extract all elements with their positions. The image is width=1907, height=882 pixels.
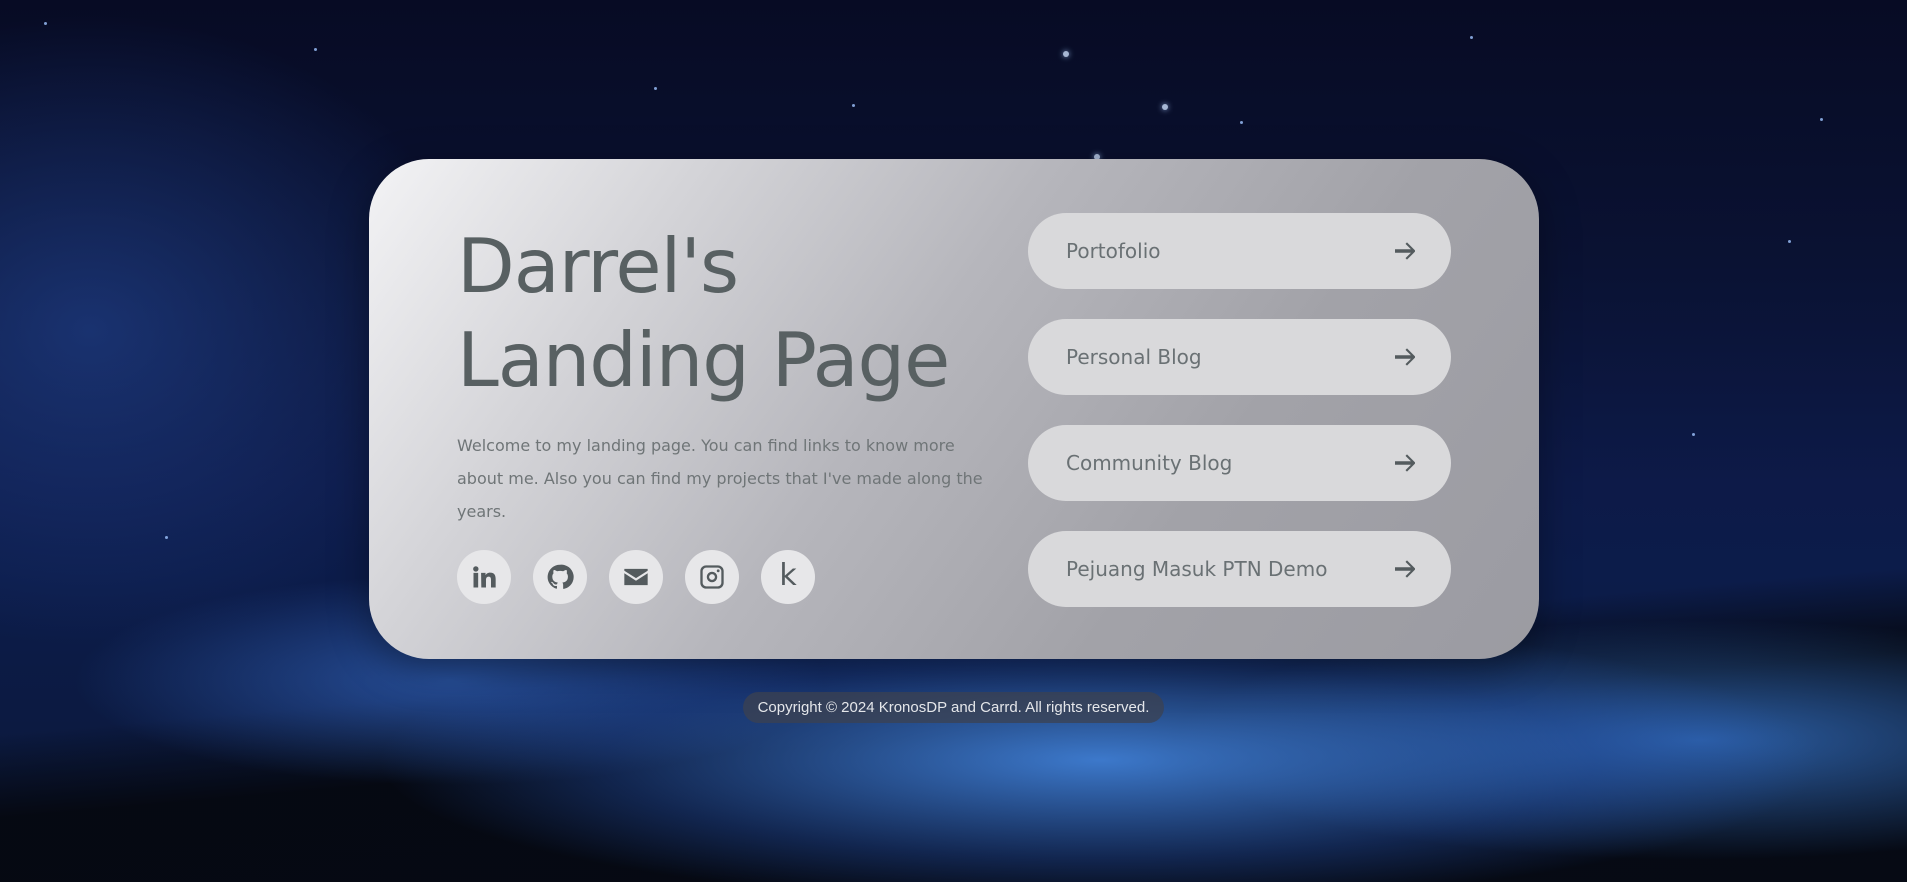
title-line-1: Darrel's xyxy=(457,222,739,310)
title-line-2: Landing Page xyxy=(457,316,950,404)
ptn-demo-link-button[interactable]: Pejuang Masuk PTN Demo xyxy=(1028,531,1451,607)
instagram-icon xyxy=(700,565,724,589)
star xyxy=(314,48,317,51)
envelope-icon xyxy=(624,568,648,586)
arrow-right-icon xyxy=(1395,242,1415,260)
link-label: Community Blog xyxy=(1066,451,1233,475)
star xyxy=(852,104,855,107)
star xyxy=(1820,118,1823,121)
instagram-button[interactable] xyxy=(685,550,739,604)
github-icon xyxy=(547,564,574,589)
star xyxy=(1240,121,1243,124)
copyright-footer: Copyright © 2024 KronosDP and Carrd. All… xyxy=(743,692,1164,723)
star xyxy=(1692,433,1695,436)
arrow-right-icon xyxy=(1395,348,1415,366)
social-links: k xyxy=(457,550,815,604)
email-button[interactable] xyxy=(609,550,663,604)
linkedin-icon xyxy=(473,566,496,588)
community-blog-link-button[interactable]: Community Blog xyxy=(1028,425,1451,501)
link-label: Portofolio xyxy=(1066,239,1161,263)
star xyxy=(654,87,657,90)
star xyxy=(44,22,47,25)
github-button[interactable] xyxy=(533,550,587,604)
star xyxy=(1470,36,1473,39)
portfolio-link-button[interactable]: Portofolio xyxy=(1028,213,1451,289)
kaggle-button[interactable]: k xyxy=(761,550,815,604)
arrow-right-icon xyxy=(1395,454,1415,472)
link-label: Pejuang Masuk PTN Demo xyxy=(1066,557,1328,581)
star xyxy=(1162,104,1168,110)
copyright-text: Copyright © 2024 KronosDP and Carrd. All… xyxy=(757,699,1150,716)
kaggle-icon: k xyxy=(779,558,797,593)
landing-card: Darrel's Landing Page Welcome to my land… xyxy=(369,159,1539,659)
star xyxy=(165,536,168,539)
welcome-description: Welcome to my landing page. You can find… xyxy=(457,436,983,521)
linkedin-button[interactable] xyxy=(457,550,511,604)
link-label: Personal Blog xyxy=(1066,345,1202,369)
star xyxy=(1788,240,1791,243)
page-title: Darrel's Landing Page xyxy=(457,219,977,407)
star xyxy=(1063,51,1069,57)
personal-blog-link-button[interactable]: Personal Blog xyxy=(1028,319,1451,395)
arrow-right-icon xyxy=(1395,560,1415,578)
link-list: Portofolio Personal Blog Community Blog … xyxy=(1028,213,1451,607)
